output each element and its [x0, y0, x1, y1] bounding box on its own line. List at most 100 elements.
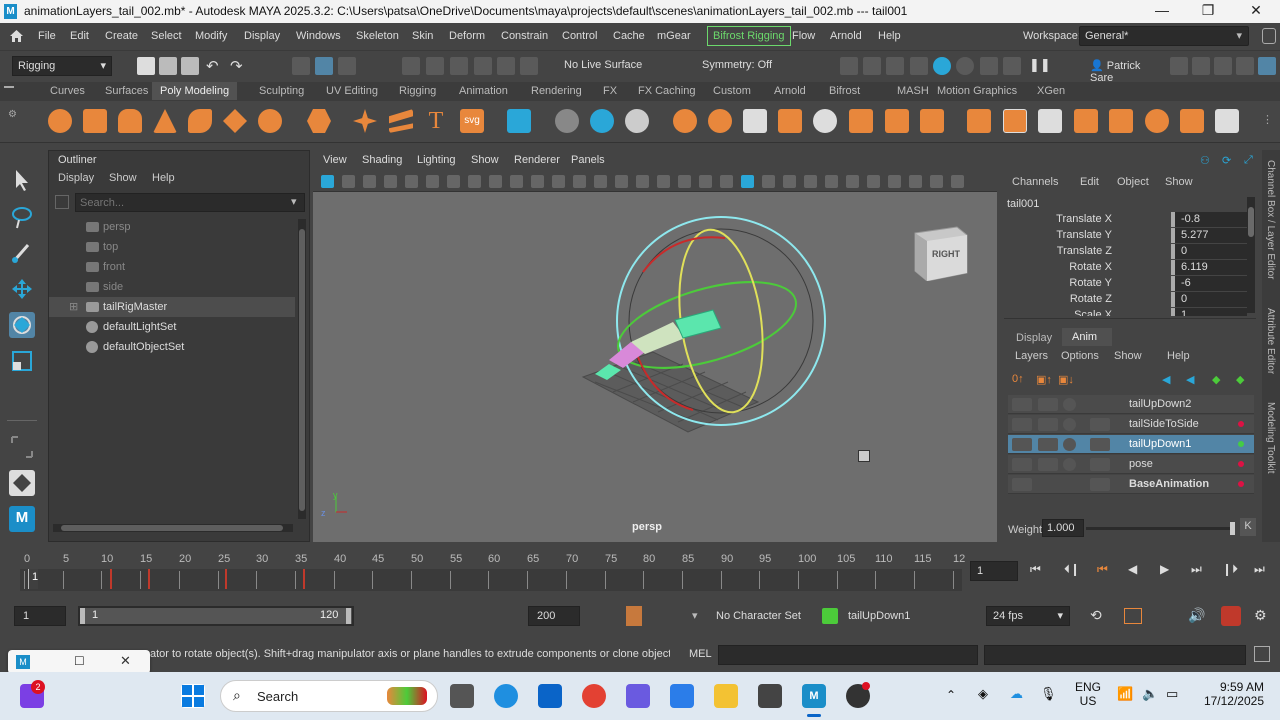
- layer-lock-button[interactable]: [1012, 458, 1032, 471]
- remesh-icon[interactable]: [885, 109, 909, 133]
- shelf-tab-custom[interactable]: Custom: [713, 85, 751, 97]
- minimize-button[interactable]: —: [1147, 2, 1177, 20]
- menuset-dropdown[interactable]: Rigging ▾: [12, 56, 112, 76]
- render-frame-icon[interactable]: [863, 57, 881, 75]
- language-indicator[interactable]: ENG US: [1075, 680, 1101, 708]
- loop-icon[interactable]: ⟲: [1090, 607, 1102, 624]
- shelf-tab-fx[interactable]: FX: [603, 85, 617, 97]
- layer-menu-options[interactable]: Options: [1061, 350, 1099, 362]
- outliner-menu-display[interactable]: Display: [58, 172, 94, 184]
- anim-layer-row-pose[interactable]: pose: [1008, 455, 1254, 474]
- volume-icon[interactable]: 🔈: [1142, 686, 1158, 702]
- grid-icon[interactable]: [447, 175, 460, 188]
- shelf-tab-mash[interactable]: MASH: [897, 85, 929, 97]
- select-camera-icon[interactable]: [321, 175, 334, 188]
- safe-title-icon[interactable]: [573, 175, 586, 188]
- menu-item-control[interactable]: Control: [562, 30, 597, 42]
- refresh-icon[interactable]: ⟳: [1222, 154, 1236, 168]
- type-tool-icon[interactable]: T: [424, 109, 448, 133]
- range-end-handle[interactable]: [346, 608, 351, 624]
- layer-menu-layers[interactable]: Layers: [1015, 350, 1048, 362]
- bookmark-icon[interactable]: [363, 175, 376, 188]
- channel-value-field[interactable]: 6.119: [1175, 260, 1247, 275]
- outliner-item-defaultLightSet[interactable]: defaultLightSet: [49, 317, 295, 337]
- anim-prefs-icon[interactable]: [1124, 608, 1142, 624]
- anim-start-input[interactable]: 1: [14, 606, 66, 626]
- smooth-proxy-icon[interactable]: [625, 109, 649, 133]
- channel-row-translate-x[interactable]: Translate X -0.8: [1000, 212, 1250, 228]
- gate-mask-icon[interactable]: [510, 175, 523, 188]
- viewport-menu-renderer[interactable]: Renderer: [514, 154, 560, 166]
- home-icon[interactable]: [9, 29, 24, 43]
- smooth-icon[interactable]: [813, 109, 837, 133]
- anim-layer-label[interactable]: tailUpDown1: [848, 610, 910, 622]
- menu-item-bifrost-rigging[interactable]: Bifrost Rigging: [707, 26, 791, 46]
- channel-box-toggle-icon[interactable]: [1170, 57, 1188, 75]
- uv-editor-icon[interactable]: [507, 109, 531, 133]
- move-tool-icon[interactable]: [9, 276, 35, 302]
- snap-view-icon[interactable]: [474, 57, 492, 75]
- use-all-lights-icon[interactable]: [678, 175, 691, 188]
- separate-icon[interactable]: [708, 109, 732, 133]
- layer-mute-button[interactable]: [1063, 398, 1076, 411]
- extract-icon[interactable]: [743, 109, 767, 133]
- camera-attributes-icon[interactable]: [342, 175, 355, 188]
- menu-item-modify[interactable]: Modify: [195, 30, 227, 42]
- channelbox-menu-edit[interactable]: Edit: [1080, 176, 1099, 188]
- menu-item-mgear[interactable]: mGear: [657, 30, 691, 42]
- resolution-gate-icon[interactable]: [489, 175, 502, 188]
- channel-value-field[interactable]: 5.277: [1175, 228, 1247, 243]
- outliner-menu-help[interactable]: Help: [152, 172, 175, 184]
- edge-icon[interactable]: [494, 684, 518, 708]
- shelf-scroll-icon[interactable]: ⋮: [1262, 113, 1274, 131]
- shelf-tab-poly-modeling[interactable]: Poly Modeling: [152, 82, 238, 100]
- paint-select-tool-icon[interactable]: [9, 240, 35, 266]
- outliner-menu-show[interactable]: Show: [109, 172, 137, 184]
- menu-item-create[interactable]: Create: [105, 30, 138, 42]
- ipr-render-icon[interactable]: [886, 57, 904, 75]
- play-backwards-icon[interactable]: ◀: [1128, 562, 1137, 576]
- motion-blur-icon[interactable]: [741, 175, 754, 188]
- live-surface-label[interactable]: No Live Surface: [564, 59, 642, 71]
- step-forward-key-icon[interactable]: ⏭: [1191, 562, 1202, 577]
- shelf-tab-arnold[interactable]: Arnold: [774, 85, 806, 97]
- scroll-thumb[interactable]: [1248, 207, 1254, 237]
- poly-torus-icon[interactable]: [188, 109, 212, 133]
- svg-tool-icon[interactable]: svg: [460, 109, 484, 133]
- layer-tab-anim[interactable]: Anim: [1062, 328, 1112, 346]
- channel-row-rotate-y[interactable]: Rotate Y -6: [1000, 276, 1250, 292]
- rotate-tool-icon[interactable]: [9, 312, 35, 338]
- mesh-display-icon[interactable]: [555, 109, 579, 133]
- channel-value-field[interactable]: 0: [1175, 292, 1247, 307]
- anim-layer-row-tailUpDown1[interactable]: tailUpDown1: [1008, 435, 1254, 454]
- menu-item-skin[interactable]: Skin: [412, 30, 433, 42]
- range-start-handle[interactable]: [80, 608, 85, 624]
- single-pane-layout-icon[interactable]: [9, 470, 35, 496]
- file-explorer-icon[interactable]: [714, 684, 738, 708]
- current-frame-input[interactable]: 1: [970, 561, 1018, 581]
- viewport-menu-show[interactable]: Show: [471, 154, 499, 166]
- play-forwards-icon[interactable]: ▶: [1160, 562, 1169, 576]
- poly-cylinder-icon[interactable]: [118, 109, 142, 133]
- connect-icon[interactable]: [1215, 109, 1239, 133]
- layer-solo-button[interactable]: [1038, 398, 1058, 411]
- 3d-app-icon[interactable]: [758, 684, 782, 708]
- shelf-tab-uv-editing[interactable]: UV Editing: [326, 85, 378, 97]
- add-selected-layer-icon[interactable]: ▣↑: [1036, 373, 1052, 386]
- channel-value-field[interactable]: -6: [1175, 276, 1247, 291]
- xray-joints-icon[interactable]: [846, 175, 859, 188]
- character-set-label[interactable]: No Character Set: [716, 610, 801, 622]
- remove-layer-icon[interactable]: ▣↓: [1058, 373, 1074, 386]
- menu-item-edit[interactable]: Edit: [70, 30, 89, 42]
- shelf-tab-animation[interactable]: Animation: [459, 85, 508, 97]
- channel-row-translate-y[interactable]: Translate Y 5.277: [1000, 228, 1250, 244]
- script-language-button[interactable]: MEL: [689, 648, 712, 660]
- layer-solo-button[interactable]: [1038, 458, 1058, 471]
- maya-home-icon[interactable]: M: [9, 506, 35, 532]
- safe-action-icon[interactable]: [552, 175, 565, 188]
- tool-settings-icon[interactable]: [1236, 57, 1254, 75]
- bevel-icon[interactable]: [1003, 109, 1027, 133]
- viewport-menu-panels[interactable]: Panels: [571, 154, 605, 166]
- select-component-icon[interactable]: [338, 57, 356, 75]
- layer-ghost-button[interactable]: [1090, 418, 1110, 431]
